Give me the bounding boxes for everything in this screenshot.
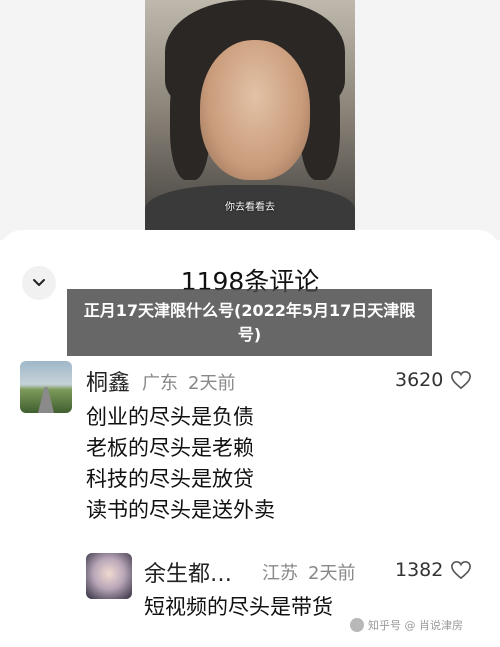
comment-line: 短视频的尽头是带货 [144,595,333,619]
comment-line: 科技的尽头是放贷 [86,467,254,491]
comment-line: 老板的尽头是老赖 [86,436,254,460]
watermark-logo-icon [350,618,364,632]
video-subtitle: 你去看看去 [225,202,275,213]
avatar[interactable] [20,361,72,413]
like-count: 1382 [395,559,444,581]
heart-icon[interactable] [450,560,472,580]
video-area[interactable]: 你去看看去 [0,0,500,240]
comment-location: 广东 [142,373,178,394]
heart-icon[interactable] [450,370,472,390]
comment-location: 江苏 [262,563,298,584]
comment-time: 2天前 [308,563,356,584]
avatar[interactable] [86,553,132,599]
comment-time: 2天前 [188,373,236,394]
comment-line: 创业的尽头是负债 [86,405,254,429]
watermark: 知乎号 @ 肖说津房 [350,617,463,633]
comment-line: 读书的尽头是送外卖 [86,498,275,522]
headline-banner: 正月17天津限什么号(2022年5月17日天津限号) [67,289,432,356]
comment-item: 桐鑫 广东 2天前 3620 创业的尽头是负债 老板的尽头是老赖 科技的尽头是放… [20,361,480,531]
comment-username[interactable]: 桐鑫 [86,365,130,397]
reply-item: 余生都… 江苏 2天前 1382 短视频的尽头是带货 [86,553,480,623]
like-count: 3620 [395,369,444,391]
person-face [200,40,310,180]
comment-username[interactable]: 余生都… [144,556,232,588]
watermark-text: 知乎号 @ 肖说津房 [368,619,463,632]
